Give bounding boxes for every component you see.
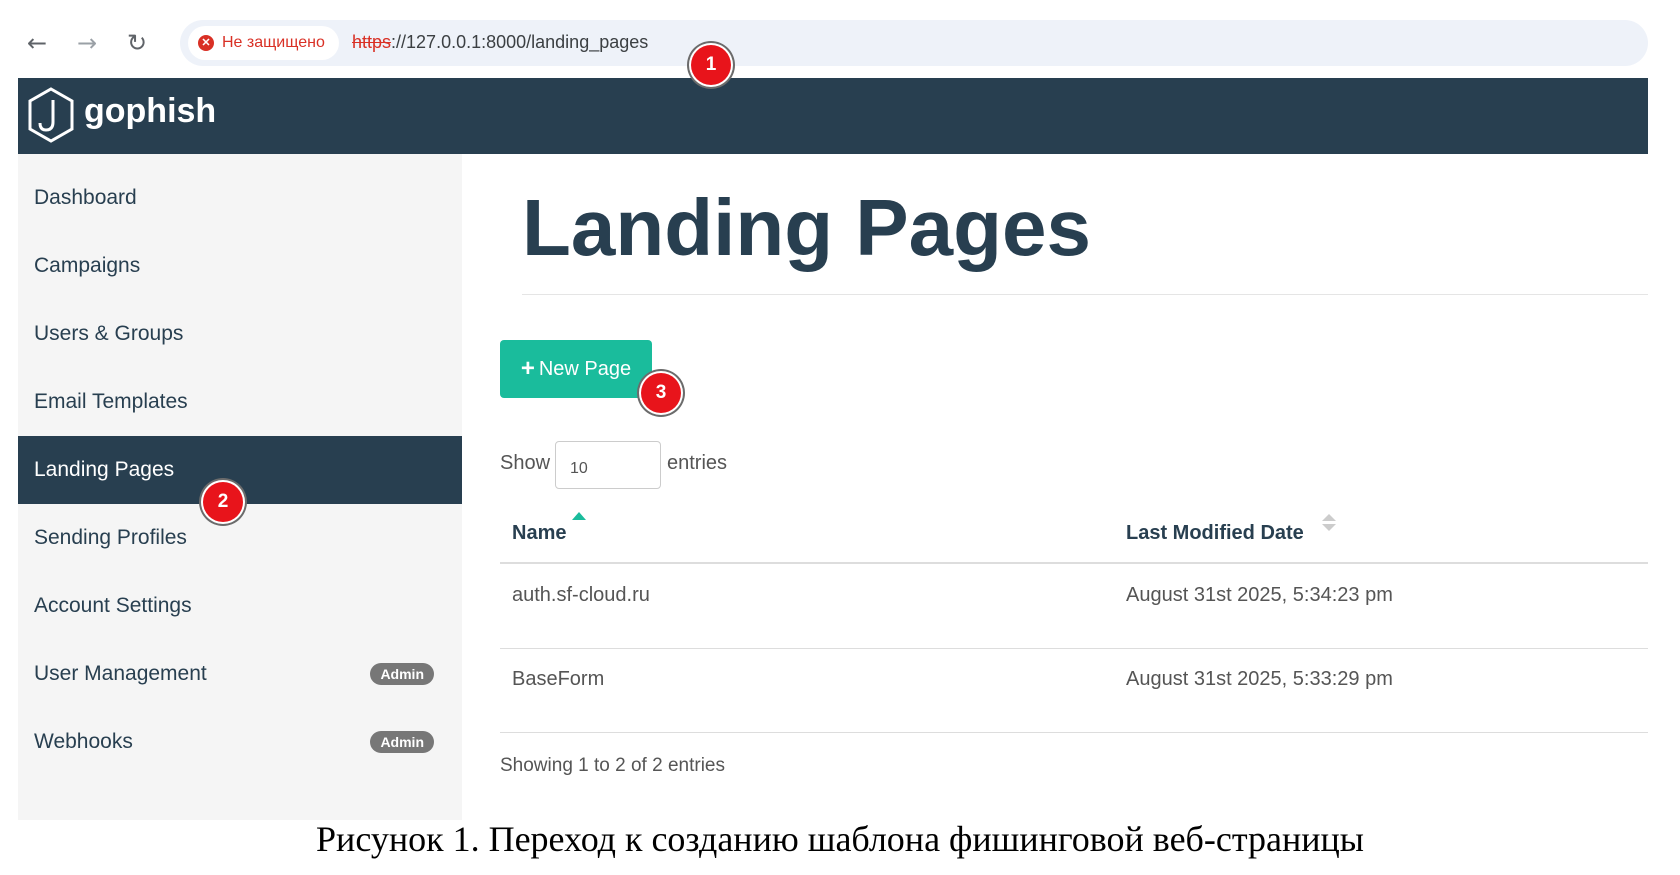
url-path: ://127.0.0.1:8000/landing_pages (391, 32, 649, 52)
plus-icon: + (520, 355, 535, 382)
entries-label: entries (667, 452, 728, 474)
security-label: Не защищено (222, 34, 325, 51)
address-bar[interactable]: ✕ Не защищено https://127.0.0.1:8000/lan… (180, 20, 1648, 66)
annotation-marker-3: 3 (641, 373, 681, 413)
show-label: Show (500, 452, 551, 474)
annotation-marker-2: 2 (203, 482, 243, 522)
sort-icon[interactable] (1322, 514, 1336, 534)
sidebar-item-label: Dashboard (34, 186, 137, 209)
sidebar-item-campaigns[interactable]: Campaigns (18, 232, 462, 300)
new-page-label: New Page (538, 357, 632, 380)
security-chip[interactable]: ✕ Не защищено (188, 26, 339, 60)
page-title: Landing Pages (522, 183, 1091, 272)
sidebar-item-label: Users & Groups (34, 322, 184, 345)
cell-modified: August 31st 2025, 5:34:23 pm (1126, 584, 1393, 606)
reload-icon[interactable]: ↻ (120, 26, 154, 60)
sidebar-item-label: Webhooks (34, 730, 133, 753)
sidebar-item-label: Campaigns (34, 254, 141, 277)
table-header: Name Last Modified Date (500, 500, 1648, 564)
cell-modified: August 31st 2025, 5:33:29 pm (1126, 668, 1393, 690)
admin-badge: Admin (370, 663, 434, 685)
sidebar-item-users-groups[interactable]: Users & Groups (18, 300, 462, 368)
sidebar-item-label: Account Settings (34, 594, 192, 617)
back-arrow-icon[interactable]: ← (20, 26, 54, 60)
column-header-name[interactable]: Name (512, 522, 566, 545)
column-header-last-modified[interactable]: Last Modified Date (1126, 522, 1304, 545)
sidebar-item-label: Email Templates (34, 390, 188, 413)
browser-toolbar: ← → ↻ ✕ Не защищено https://127.0.0.1:80… (18, 18, 1648, 74)
new-page-button[interactable]: + New Page (500, 340, 652, 398)
forward-arrow-icon[interactable]: → (70, 26, 104, 60)
app-header: gophish (18, 78, 1648, 154)
brand-name[interactable]: gophish (84, 92, 216, 131)
entries-per-page-select[interactable]: 10 (555, 441, 661, 489)
sidebar-item-user-management[interactable]: User Management Admin (18, 640, 462, 708)
sidebar-item-label: Sending Profiles (34, 526, 187, 549)
sidebar: Dashboard Campaigns Users & Groups Email… (18, 154, 462, 820)
sidebar-item-sending-profiles[interactable]: Sending Profiles (18, 504, 462, 572)
sidebar-item-label: User Management (34, 662, 207, 685)
url-text[interactable]: https://127.0.0.1:8000/landing_pages (352, 32, 648, 53)
sort-ascending-icon[interactable] (572, 512, 586, 520)
sidebar-item-email-templates[interactable]: Email Templates (18, 368, 462, 436)
admin-badge: Admin (370, 731, 434, 753)
table-row[interactable]: BaseForm August 31st 2025, 5:33:29 pm (500, 648, 1648, 733)
sidebar-item-webhooks[interactable]: Webhooks Admin (18, 708, 462, 776)
annotation-marker-1: 1 (691, 45, 731, 85)
cell-name: BaseForm (512, 668, 605, 690)
warning-icon: ✕ (198, 35, 214, 51)
title-divider (522, 294, 1648, 295)
sidebar-item-account-settings[interactable]: Account Settings (18, 572, 462, 640)
figure-caption: Рисунок 1. Переход к созданию шаблона фи… (316, 819, 1364, 859)
sidebar-item-dashboard[interactable]: Dashboard (18, 164, 462, 232)
sidebar-item-label: Landing Pages (34, 458, 175, 481)
table-row[interactable]: auth.sf-cloud.ru August 31st 2025, 5:34:… (500, 564, 1648, 649)
url-scheme: https (352, 32, 392, 52)
table-info: Showing 1 to 2 of 2 entries (500, 755, 725, 776)
gophish-logo-icon[interactable] (26, 86, 76, 144)
cell-name: auth.sf-cloud.ru (512, 584, 650, 606)
